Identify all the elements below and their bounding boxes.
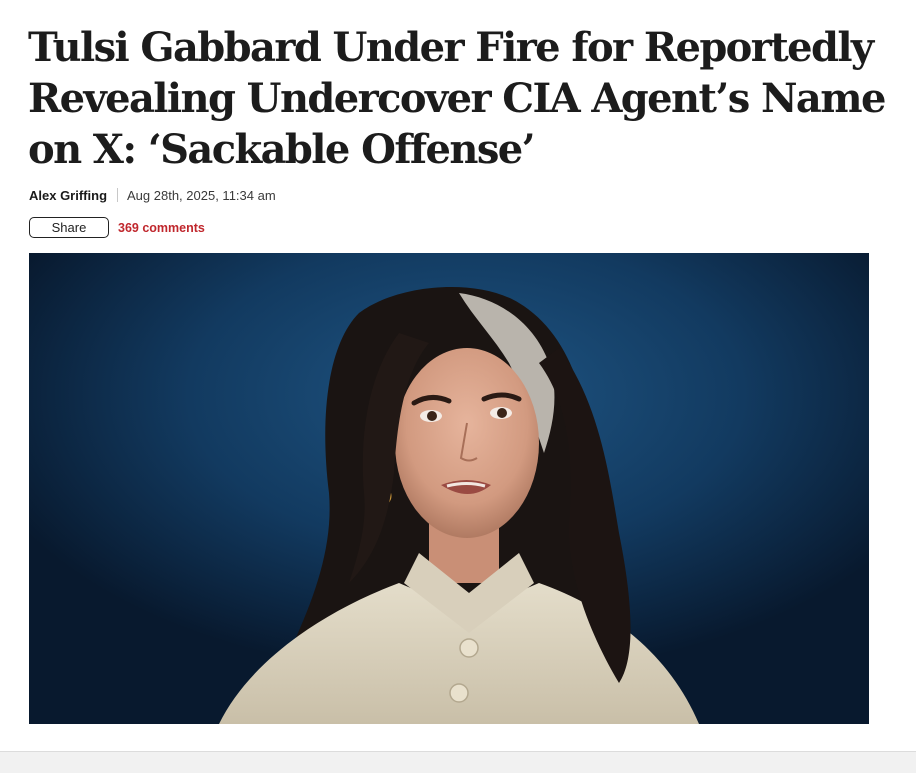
article-headline: Tulsi Gabbard Under Fire for Reportedly …	[28, 24, 886, 173]
share-button[interactable]: Share	[29, 217, 109, 238]
article-page: Tulsi Gabbard Under Fire for Reportedly …	[0, 0, 916, 773]
article-actions: Share 369 comments	[29, 217, 205, 238]
byline-divider	[117, 188, 119, 202]
byline: Alex Griffing Aug 28th, 2025, 11:34 am	[29, 186, 276, 204]
hero-image	[29, 253, 869, 724]
browser-bottom-bar	[0, 751, 916, 773]
author-name[interactable]: Alex Griffing	[29, 188, 107, 203]
publish-date: Aug 28th, 2025, 11:34 am	[127, 187, 276, 203]
hero-portrait-illustration	[29, 253, 869, 724]
comments-link[interactable]: 369 comments	[118, 221, 205, 235]
